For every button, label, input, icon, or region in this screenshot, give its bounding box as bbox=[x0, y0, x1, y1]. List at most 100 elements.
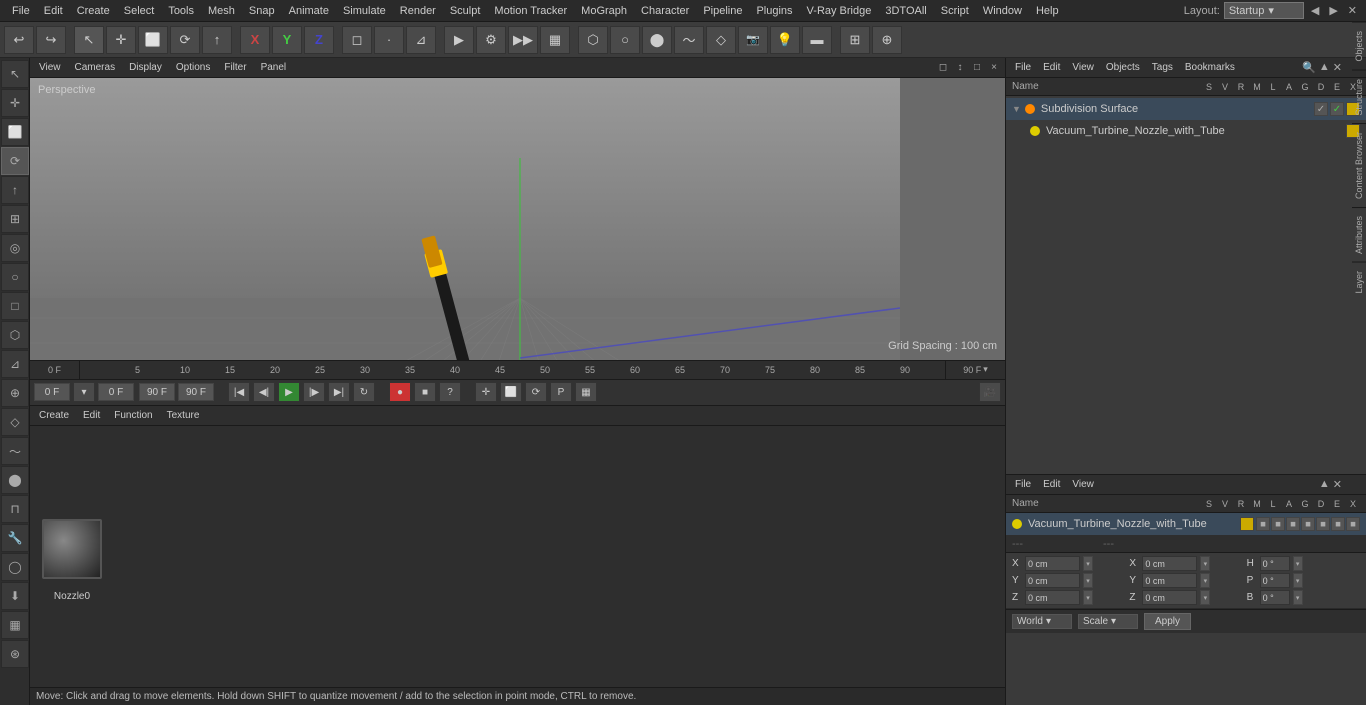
floor-btn[interactable]: ▬ bbox=[802, 26, 832, 54]
sidebar-icon-7[interactable]: ◎ bbox=[1, 234, 29, 262]
coord-y-input[interactable] bbox=[1025, 573, 1080, 588]
spline-btn[interactable]: 〜 bbox=[674, 26, 704, 54]
coord-x2-arrow[interactable]: ▾ bbox=[1200, 556, 1210, 571]
pb-help-btn[interactable]: ? bbox=[439, 382, 461, 402]
vp-icon-3[interactable]: □ bbox=[970, 61, 984, 75]
obj-menu-bookmarks[interactable]: Bookmarks bbox=[1180, 61, 1240, 74]
layout-dropdown[interactable]: Startup ▾ bbox=[1224, 2, 1304, 19]
menu-help[interactable]: Help bbox=[1030, 3, 1065, 19]
vp-menu-panel[interactable]: Panel bbox=[256, 61, 292, 74]
coord-b-input[interactable] bbox=[1260, 590, 1290, 605]
sidebar-icon-8[interactable]: ○ bbox=[1, 263, 29, 291]
cube-btn[interactable]: ⬡ bbox=[578, 26, 608, 54]
sidebar-icon-1[interactable]: ↖ bbox=[1, 60, 29, 88]
menu-sculpt[interactable]: Sculpt bbox=[444, 3, 487, 19]
timeline-expand-btn[interactable]: ▾ bbox=[983, 364, 988, 375]
boolean-btn[interactable]: ⊞ bbox=[840, 26, 870, 54]
sidebar-icon-4[interactable]: ⟳ bbox=[1, 147, 29, 175]
attr-icon-7[interactable]: ◼ bbox=[1346, 517, 1360, 531]
vp-menu-options[interactable]: Options bbox=[171, 61, 215, 74]
coord-y-arrow[interactable]: ▾ bbox=[1083, 573, 1093, 588]
nurbs-btn[interactable]: ◇ bbox=[706, 26, 736, 54]
menu-3dtoall[interactable]: 3DTOAll bbox=[879, 3, 932, 19]
render-viewport-btn[interactable]: ▶ bbox=[444, 26, 474, 54]
render-settings-btn[interactable]: ⚙ bbox=[476, 26, 506, 54]
obj-menu-view[interactable]: View bbox=[1067, 61, 1099, 74]
menu-render[interactable]: Render bbox=[394, 3, 442, 19]
obj-search-icon[interactable]: 🔍 bbox=[1302, 61, 1316, 74]
pb-select-tool[interactable]: ⬜ bbox=[500, 382, 522, 402]
cylinder-btn[interactable]: ⬤ bbox=[642, 26, 672, 54]
material-item[interactable]: Nozzle0 bbox=[34, 511, 110, 602]
select-tool-btn[interactable]: ↖ bbox=[74, 26, 104, 54]
tab-layer[interactable]: Layer bbox=[1352, 262, 1366, 302]
attr-menu-file[interactable]: File bbox=[1010, 478, 1036, 491]
obj-row-vacuum[interactable]: Vacuum_Turbine_Nozzle_with_Tube bbox=[1006, 120, 1366, 142]
redo-btn[interactable]: ↪ bbox=[36, 26, 66, 54]
vp-menu-view[interactable]: View bbox=[34, 61, 66, 74]
sidebar-icon-11[interactable]: ⊿ bbox=[1, 350, 29, 378]
sidebar-icon-13[interactable]: ◇ bbox=[1, 408, 29, 436]
obj-menu-file[interactable]: File bbox=[1010, 61, 1036, 74]
obj-menu-edit[interactable]: Edit bbox=[1038, 61, 1065, 74]
move-tool-btn[interactable]: ✛ bbox=[106, 26, 136, 54]
coord-y2-arrow[interactable]: ▾ bbox=[1200, 573, 1210, 588]
layout-close-btn[interactable]: ✕ bbox=[1345, 4, 1360, 17]
playback-current-input[interactable] bbox=[98, 383, 134, 401]
attr-vacuum-yellow-box[interactable] bbox=[1240, 517, 1254, 531]
menu-vray[interactable]: V-Ray Bridge bbox=[801, 3, 878, 19]
coord-y2-input[interactable] bbox=[1142, 573, 1197, 588]
menu-script[interactable]: Script bbox=[935, 3, 975, 19]
render-all-btn[interactable]: ▶▶ bbox=[508, 26, 538, 54]
undo-btn[interactable]: ↩ bbox=[4, 26, 34, 54]
attr-icon-1[interactable]: ◼ bbox=[1256, 517, 1270, 531]
vp-icon-1[interactable]: ◻ bbox=[936, 61, 950, 75]
pb-play-btn[interactable]: ▶ bbox=[278, 382, 300, 402]
mat-menu-function[interactable]: Function bbox=[109, 409, 157, 422]
tab-content-browser[interactable]: Content Browser bbox=[1352, 123, 1366, 207]
rotate-tool-btn[interactable]: ⟳ bbox=[170, 26, 200, 54]
layout-back-btn[interactable]: ◀ bbox=[1308, 4, 1322, 17]
sidebar-icon-19[interactable]: ⬇ bbox=[1, 582, 29, 610]
menu-pipeline[interactable]: Pipeline bbox=[697, 3, 748, 19]
menu-select[interactable]: Select bbox=[118, 3, 161, 19]
null-btn[interactable]: ⊕ bbox=[872, 26, 902, 54]
world-dropdown[interactable]: World ▾ bbox=[1012, 614, 1072, 629]
camera-btn[interactable]: 📷 bbox=[738, 26, 768, 54]
pb-step-back-btn[interactable]: ◀| bbox=[253, 382, 275, 402]
pb-grid-btn[interactable]: ▦ bbox=[575, 382, 597, 402]
sidebar-icon-3[interactable]: ⬜ bbox=[1, 118, 29, 146]
coord-z2-arrow[interactable]: ▾ bbox=[1200, 590, 1210, 605]
menu-window[interactable]: Window bbox=[977, 3, 1028, 19]
sidebar-icon-18[interactable]: ◯ bbox=[1, 553, 29, 581]
attr-menu-edit[interactable]: Edit bbox=[1038, 478, 1065, 491]
attr-close-icon[interactable]: ✕ bbox=[1333, 478, 1342, 491]
coord-p-input[interactable] bbox=[1260, 573, 1290, 588]
sidebar-icon-12[interactable]: ⊕ bbox=[1, 379, 29, 407]
obj-menu-objects[interactable]: Objects bbox=[1101, 61, 1145, 74]
obj-row-subdivision[interactable]: ▼ Subdivision Surface ✓ ✓ bbox=[1006, 98, 1366, 120]
sidebar-icon-16[interactable]: ⊓ bbox=[1, 495, 29, 523]
obj-subdiv-checkmark-green[interactable]: ✓ bbox=[1330, 102, 1344, 116]
sidebar-icon-5[interactable]: ↑ bbox=[1, 176, 29, 204]
menu-mesh[interactable]: Mesh bbox=[202, 3, 241, 19]
menu-tools[interactable]: Tools bbox=[162, 3, 200, 19]
pb-down-btn[interactable]: ▾ bbox=[73, 382, 95, 402]
menu-mograph[interactable]: MoGraph bbox=[575, 3, 633, 19]
coord-b-arrow[interactable]: ▾ bbox=[1293, 590, 1303, 605]
mat-menu-texture[interactable]: Texture bbox=[162, 409, 205, 422]
menu-simulate[interactable]: Simulate bbox=[337, 3, 392, 19]
timeline-area[interactable]: 0 F 5 10 15 20 25 30 35 40 45 50 55 60 6… bbox=[30, 360, 1005, 380]
vp-menu-display[interactable]: Display bbox=[124, 61, 167, 74]
menu-snap[interactable]: Snap bbox=[243, 3, 281, 19]
y-axis-btn[interactable]: Y bbox=[272, 26, 302, 54]
apply-button[interactable]: Apply bbox=[1144, 613, 1191, 630]
coord-x2-input[interactable] bbox=[1142, 556, 1197, 571]
light-btn[interactable]: 💡 bbox=[770, 26, 800, 54]
attr-icon-3[interactable]: ◼ bbox=[1286, 517, 1300, 531]
pb-goto-end-btn[interactable]: ▶| bbox=[328, 382, 350, 402]
tab-objects[interactable]: Objects bbox=[1352, 22, 1366, 70]
sidebar-icon-14[interactable]: 〜 bbox=[1, 437, 29, 465]
sidebar-icon-21[interactable]: ⊛ bbox=[1, 640, 29, 668]
playback-start-input[interactable] bbox=[34, 383, 70, 401]
